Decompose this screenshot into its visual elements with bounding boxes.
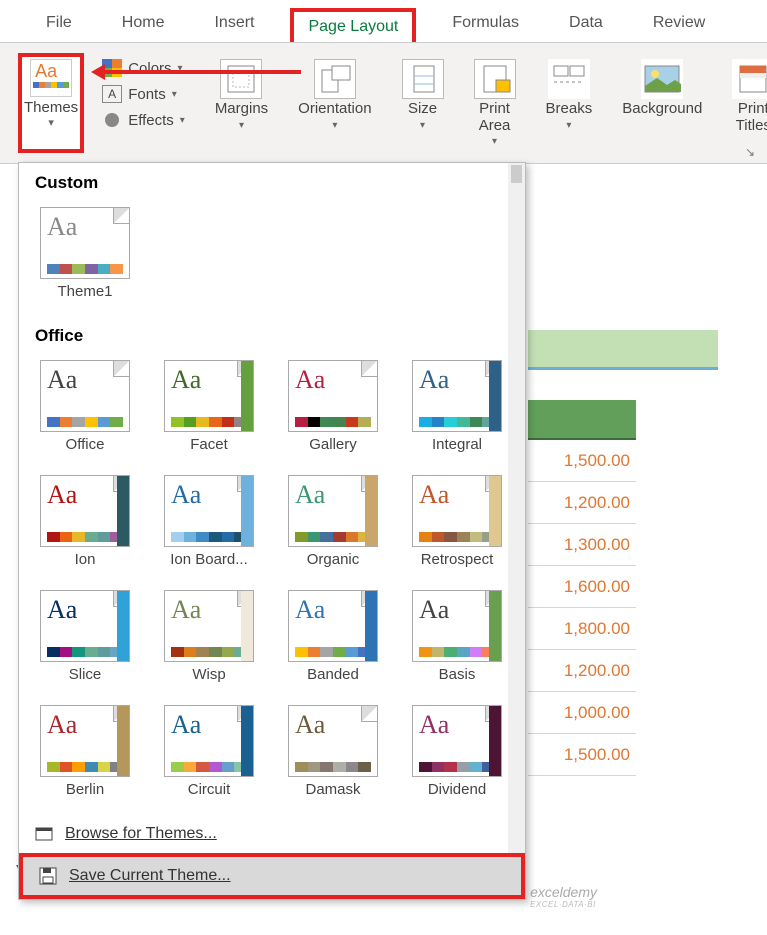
breaks-button[interactable]: Breaks▾ xyxy=(534,53,605,153)
background-button[interactable]: Background xyxy=(610,53,714,153)
theme-item-organic[interactable]: AaOrganic xyxy=(283,475,383,568)
scrollbar[interactable] xyxy=(508,163,525,899)
data-cell[interactable]: 1,800.00 xyxy=(528,608,636,650)
theme-item-ion[interactable]: AaIon xyxy=(35,475,135,568)
orientation-button[interactable]: Orientation▾ xyxy=(286,53,383,153)
tab-review[interactable]: Review xyxy=(639,8,719,42)
theme-item-wisp[interactable]: AaWisp xyxy=(159,590,259,683)
themes-icon: Aa xyxy=(30,59,72,97)
breaks-icon xyxy=(548,59,590,99)
print-titles-icon xyxy=(732,59,767,99)
theme-item-label: Ion xyxy=(35,551,135,568)
tab-data[interactable]: Data xyxy=(555,8,617,42)
print-titles-button[interactable]: Print Titles xyxy=(720,53,767,153)
tab-home[interactable]: Home xyxy=(108,8,179,42)
print-area-icon xyxy=(474,59,516,99)
ribbon-tabs: File Home Insert Page Layout Formulas Da… xyxy=(0,0,767,43)
page-setup-expand-icon[interactable]: ↘ xyxy=(745,145,755,159)
data-column: 1,500.001,200.001,300.001,600.001,800.00… xyxy=(528,400,636,776)
column-header-cell xyxy=(528,400,636,440)
custom-themes-gallery: AaTheme1 xyxy=(19,199,525,316)
data-cell[interactable]: 1,500.00 xyxy=(528,734,636,776)
office-themes-gallery: AaOffice AaFacet AaGallery AaIntegral AaIon A… xyxy=(19,352,525,814)
theme-item-label: Banded xyxy=(283,666,383,683)
data-cell[interactable]: 1,000.00 xyxy=(528,692,636,734)
tab-insert[interactable]: Insert xyxy=(200,8,268,42)
data-cell[interactable]: 1,600.00 xyxy=(528,566,636,608)
colors-button[interactable]: Colors▾ xyxy=(102,59,185,77)
annotation-arrow xyxy=(95,70,301,74)
theme-item-basis[interactable]: AaBasis xyxy=(407,590,507,683)
save-icon xyxy=(39,867,57,885)
theme-item-damask[interactable]: AaDamask xyxy=(283,705,383,798)
theme-item-berlin[interactable]: AaBerlin xyxy=(35,705,135,798)
size-button[interactable]: Size▾ xyxy=(390,53,456,153)
theme-item-label: Damask xyxy=(283,781,383,798)
theme-item-label: Theme1 xyxy=(35,283,135,300)
watermark: exceldemyEXCEL·DATA·BI xyxy=(530,884,597,909)
theme-item-circuit[interactable]: AaCircuit xyxy=(159,705,259,798)
data-cell[interactable]: 1,500.00 xyxy=(528,440,636,482)
chevron-down-icon: ▾ xyxy=(48,116,54,129)
theme-item-label: Circuit xyxy=(159,781,259,798)
custom-section-header: Custom xyxy=(19,163,525,199)
office-section-header: Office xyxy=(19,316,525,352)
themes-dropdown: Custom AaTheme1 Office AaOfficeAaFacetAa… xyxy=(18,162,526,900)
save-theme-button[interactable]: Save Current Theme... xyxy=(19,853,525,899)
theme-item-dividend[interactable]: AaDividend xyxy=(407,705,507,798)
theme-item-theme1[interactable]: AaTheme1 xyxy=(35,207,135,300)
theme-item-office[interactable]: AaOffice xyxy=(35,360,135,453)
data-cell[interactable]: 1,200.00 xyxy=(528,482,636,524)
background-icon xyxy=(641,59,683,99)
orientation-icon xyxy=(314,59,356,99)
size-icon xyxy=(402,59,444,99)
theme-item-label: Wisp xyxy=(159,666,259,683)
theme-item-retrospect[interactable]: AaRetrospect xyxy=(407,475,507,568)
theme-item-label: Organic xyxy=(283,551,383,568)
theme-item-ion-board-[interactable]: AaIon Board... xyxy=(159,475,259,568)
theme-item-label: Facet xyxy=(159,436,259,453)
theme-item-label: Gallery xyxy=(283,436,383,453)
theme-item-slice[interactable]: AaSlice xyxy=(35,590,135,683)
theme-item-integral[interactable]: AaIntegral xyxy=(407,360,507,453)
fonts-button[interactable]: A Fonts▾ xyxy=(102,85,185,103)
data-cell[interactable]: 1,200.00 xyxy=(528,650,636,692)
theme-item-label: Integral xyxy=(407,436,507,453)
theme-adjust-group: Colors▾ A Fonts▾ Effects▾ xyxy=(90,53,197,153)
tab-file[interactable]: File xyxy=(32,8,86,42)
margins-icon xyxy=(220,59,262,99)
theme-item-banded[interactable]: AaBanded xyxy=(283,590,383,683)
themes-label: Themes xyxy=(24,99,78,116)
theme-item-gallery[interactable]: AaGallery xyxy=(283,360,383,453)
data-cell[interactable]: 1,300.00 xyxy=(528,524,636,566)
fonts-icon: A xyxy=(102,85,122,103)
browse-themes-button[interactable]: Browse for Themes... xyxy=(19,815,525,853)
tab-page-layout[interactable]: Page Layout xyxy=(290,8,416,42)
theme-item-label: Basis xyxy=(407,666,507,683)
effects-button[interactable]: Effects▾ xyxy=(102,111,185,129)
theme-item-label: Dividend xyxy=(407,781,507,798)
theme-item-label: Office xyxy=(35,436,135,453)
ribbon-page-layout: Aa Themes ▾ Colors▾ A Fonts▾ Effects▾ Ma… xyxy=(0,43,767,164)
tab-formulas[interactable]: Formulas xyxy=(438,8,533,42)
browse-icon xyxy=(35,825,53,843)
theme-item-label: Ion Board... xyxy=(159,551,259,568)
themes-button[interactable]: Aa Themes ▾ xyxy=(18,53,84,153)
colors-icon xyxy=(102,59,122,77)
effects-icon xyxy=(102,111,122,129)
print-area-button[interactable]: Print Area▾ xyxy=(462,53,528,153)
cell-header-band xyxy=(528,330,718,370)
theme-item-facet[interactable]: AaFacet xyxy=(159,360,259,453)
theme-item-label: Retrospect xyxy=(407,551,507,568)
margins-button[interactable]: Margins▾ xyxy=(203,53,280,153)
theme-item-label: Slice xyxy=(35,666,135,683)
theme-item-label: Berlin xyxy=(35,781,135,798)
